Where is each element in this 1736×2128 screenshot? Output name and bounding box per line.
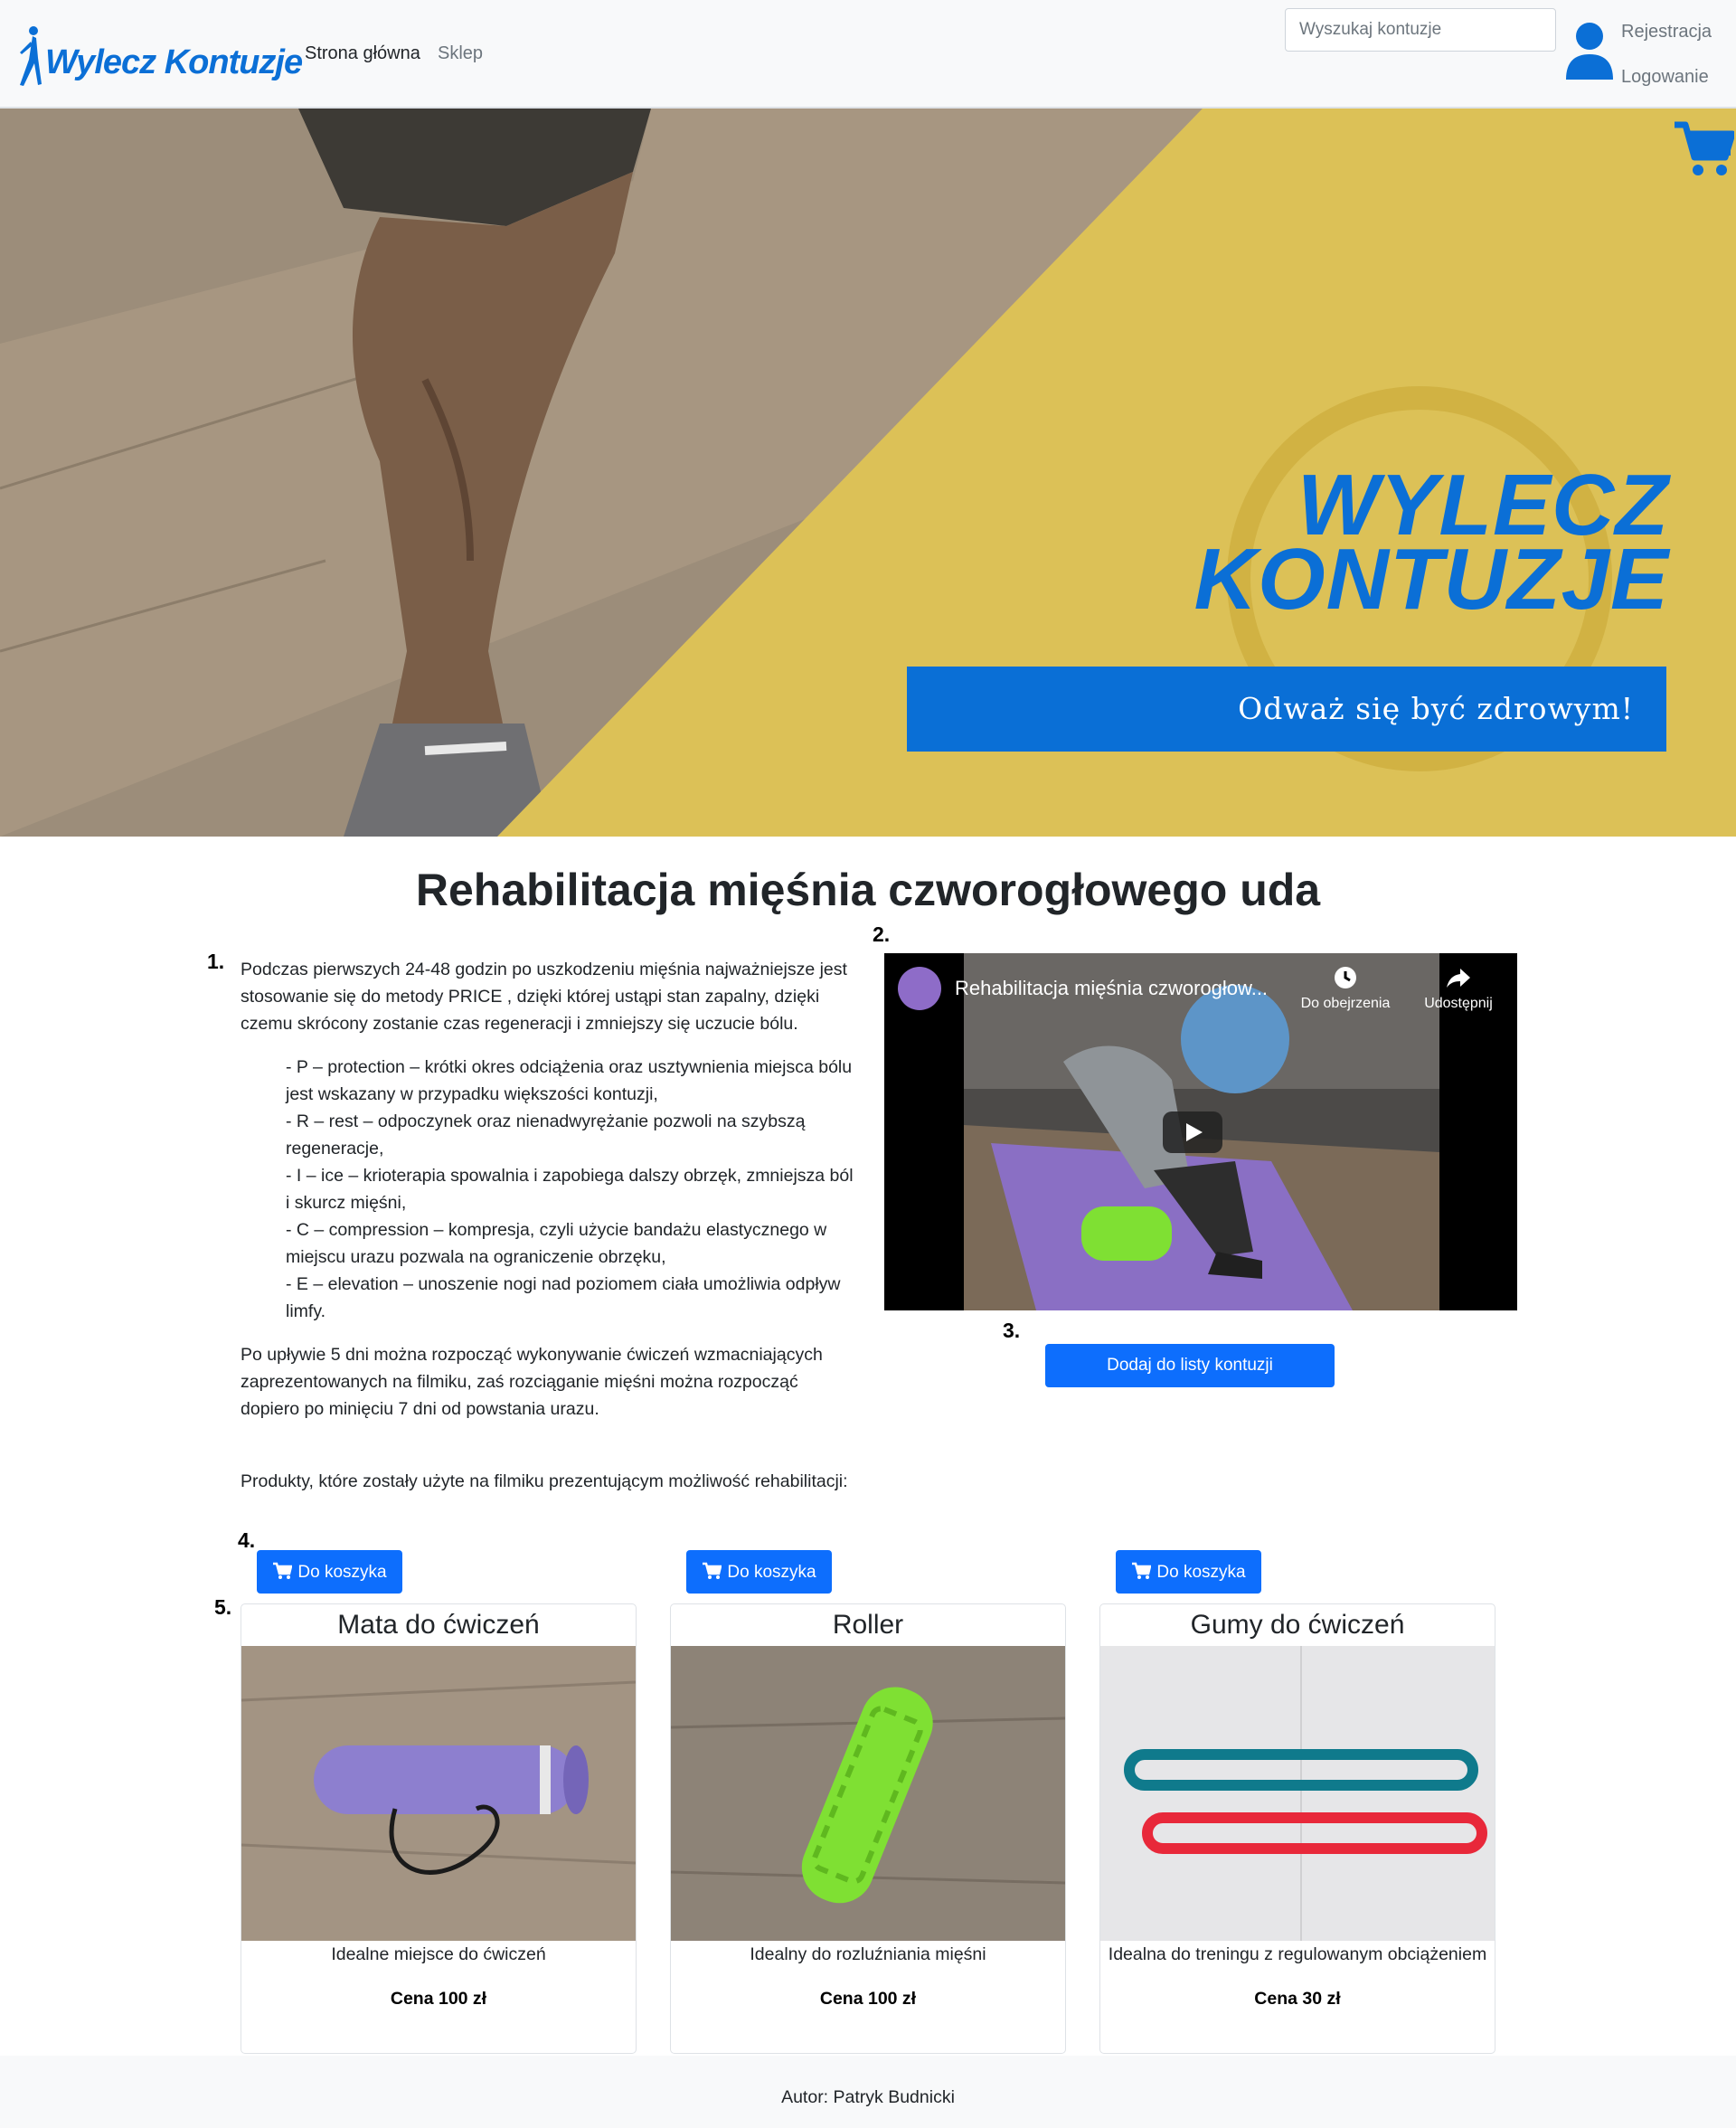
channel-avatar[interactable] bbox=[898, 967, 941, 1010]
footer: Autor: Patryk Budnicki bbox=[0, 2056, 1736, 2128]
product-description: Idealne miejsce do ćwiczeń bbox=[331, 1944, 546, 1964]
add-to-cart-label: Do koszyka bbox=[727, 1562, 816, 1582]
video-title[interactable]: Rehabilitacja mięśnia czworogłow... bbox=[955, 977, 1268, 1000]
price-list: - P – protection – krótki okres odciążen… bbox=[286, 1054, 855, 1325]
marker-3: 3. bbox=[1003, 1319, 1021, 1342]
cart-icon bbox=[703, 1562, 722, 1579]
add-to-cart-label: Do koszyka bbox=[1156, 1562, 1246, 1582]
register-link[interactable]: Rejestracja bbox=[1621, 22, 1712, 43]
user-icon[interactable] bbox=[1562, 20, 1617, 81]
price-item-p: - P – protection – krótki okres odciążen… bbox=[286, 1057, 853, 1104]
navbar: Wylecz Kontuzje Strona główna Sklep Reje… bbox=[0, 0, 1736, 109]
intro-paragraph: Podczas pierwszych 24-48 godzin po uszko… bbox=[241, 960, 847, 1034]
product-card-mat[interactable]: Mata do ćwiczeń Idealne miejsce do ćwicz… bbox=[241, 1603, 637, 2054]
product-card-bands[interactable]: Gumy do ćwiczeń Idealna do treningu z re… bbox=[1099, 1603, 1495, 2054]
product-price: Cena 100 zł bbox=[390, 1989, 487, 2009]
footer-author: Autor: Patryk Budnicki bbox=[781, 2087, 955, 2107]
price-item-i: - I – ice – krioterapia spowalnia i zapo… bbox=[286, 1166, 854, 1213]
watch-later-label: Do obejrzenia bbox=[1300, 996, 1391, 1011]
logo-text: Wylecz Kontuzje bbox=[45, 43, 303, 81]
add-to-cart-button-bands[interactable]: Do koszyka bbox=[1116, 1550, 1261, 1594]
video-player[interactable]: Rehabilitacja mięśnia czworogłow... Do o… bbox=[884, 953, 1517, 1310]
hero-title-line2: KONTUZJE bbox=[1194, 531, 1669, 628]
marker-4: 4. bbox=[238, 1528, 256, 1552]
product-name: Gumy do ćwiczeń bbox=[1190, 1610, 1405, 1640]
hero-banner: WYLECZ KONTUZJE Odważ się być zdrowym! bbox=[0, 109, 1736, 837]
hero-slogan: Odważ się być zdrowym! bbox=[907, 667, 1666, 752]
cart-icon bbox=[1132, 1562, 1152, 1579]
after-paragraph: Po upływie 5 dni można rozpocząć wykonyw… bbox=[241, 1345, 823, 1419]
cart-icon[interactable] bbox=[1673, 121, 1734, 179]
product-card-roller[interactable]: Roller Idealny do rozluźniania mięśni Ce… bbox=[670, 1603, 1066, 2054]
clock-icon bbox=[1335, 967, 1356, 988]
add-to-cart-button-roller[interactable]: Do koszyka bbox=[686, 1550, 832, 1594]
products-intro: Produkty, które zostały użyte na filmiku… bbox=[241, 1471, 848, 1491]
product-name: Roller bbox=[832, 1610, 904, 1640]
marker-1: 1. bbox=[207, 950, 225, 973]
watch-later-button[interactable]: Do obejrzenia bbox=[1296, 964, 1395, 1012]
page-title: Rehabilitacja mięśnia czworogłowego uda bbox=[415, 865, 1321, 915]
product-price: Cena 30 zł bbox=[1254, 1989, 1341, 2009]
product-image-roller bbox=[671, 1646, 1065, 1941]
price-item-c: - C – compression – kompresja, czyli uży… bbox=[286, 1220, 827, 1267]
article-text: Podczas pierwszych 24-48 godzin po uszko… bbox=[241, 956, 855, 1439]
add-to-injury-list-button[interactable]: Dodaj do listy kontuzji bbox=[1045, 1344, 1335, 1387]
price-item-e: - E – elevation – unoszenie nogi nad poz… bbox=[286, 1274, 841, 1321]
play-icon bbox=[1186, 1123, 1203, 1141]
site-logo[interactable]: Wylecz Kontuzje bbox=[18, 25, 303, 89]
search-input[interactable] bbox=[1285, 8, 1556, 52]
add-to-cart-label: Do koszyka bbox=[297, 1562, 387, 1582]
product-description: Idealna do treningu z regulowanym obciąż… bbox=[1108, 1944, 1487, 1964]
marker-2: 2. bbox=[873, 922, 891, 946]
nav-link-home[interactable]: Strona główna bbox=[305, 43, 420, 64]
marker-5: 5. bbox=[214, 1595, 232, 1619]
add-to-cart-button-mat[interactable]: Do koszyka bbox=[257, 1550, 402, 1594]
share-button[interactable]: Udostępnij bbox=[1413, 964, 1504, 1012]
share-label: Udostępnij bbox=[1424, 996, 1493, 1011]
product-description: Idealny do rozluźniania mięśni bbox=[750, 1944, 986, 1964]
share-icon bbox=[1447, 969, 1470, 988]
hero-title: WYLECZ KONTUZJE bbox=[1194, 462, 1669, 628]
play-button[interactable] bbox=[1163, 1111, 1222, 1153]
login-link[interactable]: Logowanie bbox=[1621, 67, 1709, 88]
product-image-mat bbox=[241, 1646, 636, 1941]
product-image-bands bbox=[1100, 1646, 1495, 1941]
product-price: Cena 100 zł bbox=[819, 1989, 917, 2009]
price-item-r: - R – rest – odpoczynek oraz nienadwyręż… bbox=[286, 1111, 806, 1159]
cart-icon bbox=[273, 1562, 293, 1579]
product-name: Mata do ćwiczeń bbox=[337, 1610, 540, 1640]
nav-link-shop[interactable]: Sklep bbox=[438, 43, 483, 64]
